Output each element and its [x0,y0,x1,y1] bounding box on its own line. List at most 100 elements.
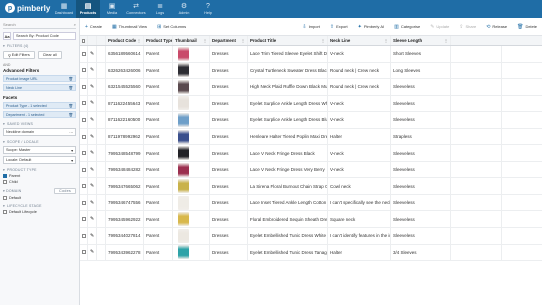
row-checkbox[interactable] [82,68,86,73]
table-row[interactable]: ✎ 7995345962922 Parent Dresses Floral Embroi… [80,211,542,229]
trash-icon[interactable]: 🗑 [68,113,73,117]
nav-item-help[interactable]: ? Help [196,0,220,18]
table-row[interactable]: ✎ 7995343962278 Parent Dresses Eyelet Embell… [80,244,542,262]
update-button[interactable]: ✎ Update [425,24,454,30]
table-row[interactable]: ✎ 8711622160500 Parent Dresses Eyelet Surpli… [80,112,542,129]
product-thumbnail[interactable] [178,195,189,210]
filters-section-header[interactable]: ▾ FILTERS (4) [3,44,76,48]
locale-select[interactable]: Locale: Default ▾ [3,156,76,164]
product-type-option[interactable]: Parent [3,174,76,178]
edit-pencil-icon[interactable]: ✎ [90,134,94,140]
row-checkbox[interactable] [82,250,86,255]
search-icon[interactable]: ⌕ [74,22,76,27]
product-thumbnail[interactable] [178,79,189,94]
row-checkbox[interactable] [82,217,86,222]
edit-filters-button[interactable]: ⚲ Edit Filters [3,51,35,59]
column-header-thumbnail[interactable]: Thumbnail ⋮ [173,36,210,45]
row-select-cell[interactable] [80,112,88,128]
column-header-product-type[interactable]: Product Type⋮ [144,36,173,45]
row-edit-cell[interactable]: ✎ [88,79,97,95]
column-menu-icon[interactable]: ⋮ [321,38,325,43]
row-edit-cell[interactable]: ✎ [88,145,97,161]
row-checkbox[interactable] [82,151,86,156]
row-edit-cell[interactable]: ✎ [88,244,97,261]
lifecycle-option[interactable]: Default Lifecycle [3,210,76,214]
row-select-cell[interactable] [80,62,88,79]
saved-view-select[interactable]: Neckline domain ⋯ [3,128,76,136]
set-columns-button[interactable]: ⊞ Set Columns [152,24,191,30]
row-edit-cell[interactable]: ✎ [88,46,97,62]
column-menu-icon[interactable]: ⋮ [444,38,448,43]
edit-pencil-icon[interactable]: ✎ [90,183,94,189]
column-header-product-title[interactable]: Product Title ⋮ [248,36,328,45]
edit-pencil-icon[interactable]: ✎ [90,150,94,156]
row-select-cell[interactable] [80,211,88,228]
table-row[interactable]: ✎ 7995346747556 Parent Dresses Lace Inset Ti… [80,194,542,212]
edit-pencil-icon[interactable]: ✎ [90,167,94,173]
table-row[interactable]: ✎ 7995348484282 Parent Dresses Lace V Neck F… [80,161,542,179]
row-checkbox[interactable] [82,167,86,172]
product-thumbnail[interactable] [178,129,189,144]
search-by-select[interactable]: Search By: Product Code [13,32,76,40]
table-row[interactable]: ✎ 7995347665062 Parent Dresses La Sirena Flo… [80,178,542,195]
row-select-cell[interactable] [80,145,88,161]
scope-select[interactable]: Scope: Master ▾ [3,146,76,154]
trash-icon[interactable]: 🗑 [68,86,73,90]
table-row[interactable]: ✎ 7995348548799 Parent Dresses Lace V Neck F… [80,145,542,162]
column-menu-icon[interactable]: ⋮ [137,38,141,43]
pimberly-logo[interactable]: p pimberly [5,3,50,13]
row-select-cell[interactable] [80,95,88,112]
row-edit-cell[interactable]: ✎ [88,62,97,79]
row-checkbox[interactable] [82,51,86,56]
product-thumbnail[interactable] [178,212,189,227]
row-select-cell[interactable] [80,244,88,261]
row-checkbox[interactable] [82,84,86,89]
trash-icon[interactable]: 🗑 [68,104,73,108]
release-button[interactable]: ⟲ Release [481,24,512,30]
filter-chip[interactable]: Neck Line 🗑 [3,84,76,91]
facet-chip[interactable]: Product Type - 1 selected 🗑 [3,102,76,109]
edit-pencil-icon[interactable]: ✎ [90,100,94,106]
product-type-option[interactable]: Child [3,180,76,184]
row-select-cell[interactable] [80,46,88,62]
row-checkbox[interactable] [82,233,86,238]
nav-item-products[interactable]: ▤ Products [76,0,100,18]
row-checkbox[interactable] [82,101,86,106]
select-all-checkbox[interactable] [82,38,85,43]
row-edit-cell[interactable]: ✎ [88,95,97,112]
row-edit-cell[interactable]: ✎ [88,228,97,244]
edit-pencil-icon[interactable]: ✎ [90,200,94,206]
import-button[interactable]: ⇩ Import [297,24,325,30]
codes-button[interactable]: Codes [54,188,76,194]
row-select-cell[interactable] [80,79,88,95]
row-select-cell[interactable] [80,194,88,211]
row-checkbox[interactable] [82,184,86,189]
product-type-section-header[interactable]: ▾ PRODUCT TYPE [3,168,76,172]
column-header-product-code[interactable]: Product Code ⋮ [106,36,144,45]
delete-button[interactable]: 🗑 Delete [512,24,542,30]
nav-item-dashboard[interactable]: ▦ Dashboard [52,0,76,18]
row-edit-cell[interactable]: ✎ [88,112,97,128]
nav-item-logs[interactable]: ≣ Logs [148,0,172,18]
table-row[interactable]: ✎ 7995344027814 Parent Dresses Eyelet Embell… [80,228,542,245]
column-menu-icon[interactable]: ⋮ [384,38,388,43]
row-select-cell[interactable] [80,228,88,244]
table-row[interactable]: ✎ 8711622455643 Parent Dresses Eyelet Surpli… [80,95,542,113]
checkbox[interactable] [3,174,7,178]
row-checkbox[interactable] [82,134,86,139]
case-match-toggle[interactable]: Aa [3,32,11,40]
row-edit-cell[interactable]: ✎ [88,128,97,145]
checkbox[interactable] [3,180,7,184]
row-select-cell[interactable] [80,161,88,178]
checkbox[interactable] [3,210,7,214]
product-thumbnail[interactable] [178,245,189,260]
edit-pencil-icon[interactable]: ✎ [90,249,94,255]
edit-pencil-icon[interactable]: ✎ [90,233,94,239]
create-button[interactable]: + Create [80,24,107,30]
table-row[interactable]: ✎ 6356189560614 Parent Dresses Lace Trim Tie… [80,46,542,63]
column-menu-icon[interactable]: ⋮ [203,38,207,43]
nav-item-connectors[interactable]: ⇄ Connectors [124,0,148,18]
search-input[interactable]: Search [3,22,74,27]
checkbox[interactable] [3,196,7,200]
row-select-cell[interactable] [80,178,88,194]
